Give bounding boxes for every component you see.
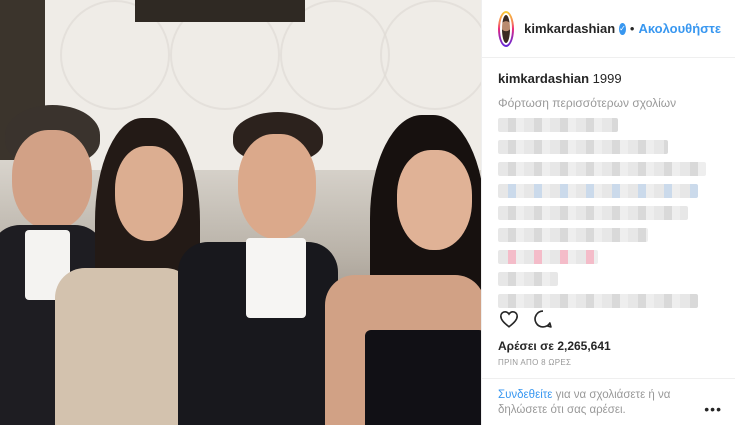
post-photo[interactable]: [0, 0, 481, 425]
avatar[interactable]: [498, 10, 515, 47]
blurred-comment: [498, 250, 598, 264]
login-prompt: Συνδεθείτε για να σχολιάσετε ή να δηλώσε…: [498, 388, 698, 418]
post-caption: kimkardashian 1999: [498, 70, 719, 88]
follow-button[interactable]: Ακολουθήστε: [638, 21, 721, 36]
blurred-comment: [498, 162, 706, 176]
load-more-comments-button[interactable]: Φόρτωση περισσότερων σχολίων: [498, 96, 719, 110]
post-actions: [498, 308, 554, 330]
post-info-panel: kimkardashian ✓ • Ακολουθήστε kimkardash…: [481, 0, 735, 425]
heart-icon[interactable]: [498, 308, 520, 330]
blurred-comment: [498, 140, 668, 154]
header-username[interactable]: kimkardashian: [524, 21, 615, 36]
more-options-icon[interactable]: •••: [704, 401, 722, 417]
post-timestamp: ΠΡΙΝ ΑΠΟ 8 ΩΡΕΣ: [498, 358, 572, 367]
login-link[interactable]: Συνδεθείτε: [498, 389, 552, 401]
blurred-comment: [498, 294, 698, 308]
blurred-comment: [498, 184, 698, 198]
verified-badge-icon: ✓: [619, 22, 626, 35]
blurred-comment: [498, 206, 688, 220]
post-header: kimkardashian ✓ • Ακολουθήστε: [482, 0, 735, 58]
caption-username[interactable]: kimkardashian: [498, 71, 589, 86]
likes-count[interactable]: Αρέσει σε 2,265,641: [498, 339, 611, 353]
header-separator: •: [629, 21, 635, 36]
photo-person-4: [325, 115, 481, 425]
comments-section: kimkardashian 1999 Φόρτωση περισσότερων …: [482, 58, 735, 308]
instagram-post: kimkardashian ✓ • Ακολουθήστε kimkardash…: [0, 0, 735, 425]
caption-text: 1999: [592, 71, 622, 86]
comment-login-footer: Συνδεθείτε για να σχολιάσετε ή να δηλώσε…: [482, 378, 735, 425]
photo-picture-frame: [135, 0, 305, 22]
blurred-comment: [498, 272, 558, 286]
blurred-comment: [498, 118, 618, 132]
avatar-image: [500, 12, 513, 45]
comment-icon[interactable]: [532, 308, 554, 330]
blurred-comment: [498, 228, 648, 242]
photo-person-3: [178, 112, 338, 425]
